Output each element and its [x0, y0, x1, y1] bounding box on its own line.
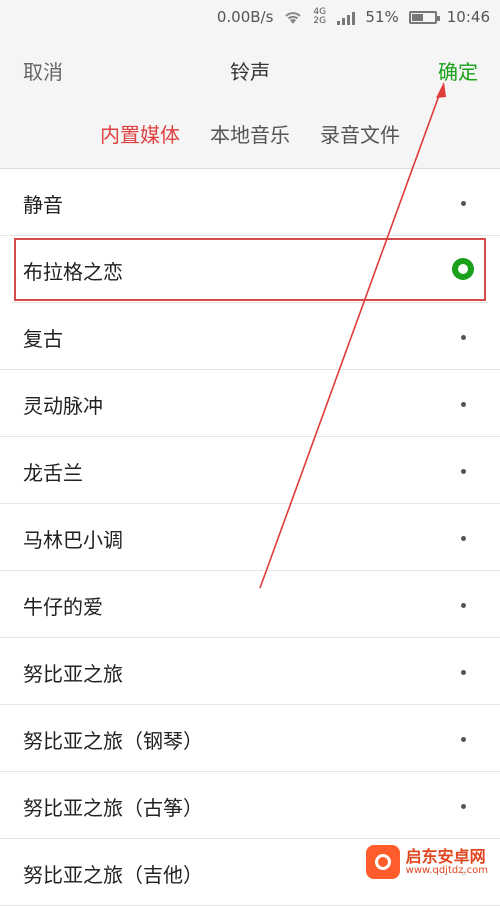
ringtone-row[interactable]: 龙舌兰	[0, 437, 500, 504]
ringtone-row[interactable]: 灵动脉冲	[0, 370, 500, 437]
battery-percent: 51%	[365, 8, 399, 26]
ringtone-label: 努比亚之旅（古筝）	[23, 796, 203, 820]
unselected-dot-icon	[461, 670, 466, 675]
signal-icon	[337, 9, 356, 25]
ringtone-list: 静音 布拉格之恋 复古 灵动脉冲 龙舌兰 马林巴小调 牛仔的爱 努比亚之旅 努比…	[0, 169, 500, 906]
unselected-dot-icon	[461, 603, 466, 608]
ringtone-label: 努比亚之旅	[23, 662, 123, 686]
ringtone-label: 布拉格之恋	[23, 260, 123, 284]
unselected-dot-icon	[461, 536, 466, 541]
ringtone-row[interactable]: 布拉格之恋	[12, 236, 488, 303]
watermark-logo-icon	[365, 845, 400, 879]
ringtone-label: 灵动脉冲	[23, 394, 103, 418]
ringtone-row[interactable]: 马林巴小调	[0, 504, 500, 571]
tab-recordings[interactable]: 录音文件	[320, 102, 400, 168]
watermark-url: www.qdjtdz.com	[405, 865, 488, 877]
ringtone-label: 马林巴小调	[23, 528, 123, 552]
ringtone-row[interactable]: 静音	[0, 169, 500, 236]
ringtone-row[interactable]: 复古	[0, 303, 500, 370]
clock: 10:46	[446, 8, 490, 26]
status-bar: 0.00B/s 4G 2G 51% 10:46	[0, 0, 500, 36]
wifi-icon	[285, 12, 302, 24]
unselected-dot-icon	[461, 737, 466, 742]
unselected-dot-icon	[461, 469, 466, 474]
tab-local-music[interactable]: 本地音乐	[210, 102, 290, 168]
net-speed: 0.00B/s	[216, 8, 274, 26]
ringtone-label: 努比亚之旅（吉他）	[23, 863, 203, 887]
tab-builtin-media[interactable]: 内置媒体	[100, 102, 180, 168]
ringtone-row[interactable]: 牛仔的爱	[0, 571, 500, 638]
ringtone-row[interactable]: 努比亚之旅（钢琴）	[0, 705, 500, 772]
network-type: 4G 2G	[313, 7, 327, 26]
ringtone-label: 龙舌兰	[23, 461, 83, 485]
ringtone-label: 静音	[23, 193, 63, 217]
battery-icon	[408, 10, 440, 24]
confirm-button[interactable]: 确定	[438, 56, 478, 85]
ringtone-row[interactable]: 努比亚之旅	[0, 638, 500, 705]
watermark-name: 启东安卓网	[405, 846, 486, 866]
page-title: 铃声	[230, 60, 270, 84]
title-bar: 取消 铃声 确定	[0, 36, 500, 102]
source-tabs: 内置媒体 本地音乐 录音文件	[0, 102, 500, 169]
radio-selected-icon	[452, 258, 474, 280]
unselected-dot-icon	[461, 335, 466, 340]
ringtone-label: 努比亚之旅（钢琴）	[23, 729, 203, 753]
watermark: 启东安卓网 www.qdjtdz.com	[359, 841, 494, 883]
ringtone-label: 复古	[23, 327, 63, 351]
unselected-dot-icon	[461, 201, 466, 206]
ringtone-label: 牛仔的爱	[23, 595, 103, 619]
ringtone-row[interactable]: 努比亚之旅（古筝）	[0, 772, 500, 839]
unselected-dot-icon	[461, 804, 466, 809]
unselected-dot-icon	[461, 402, 466, 407]
